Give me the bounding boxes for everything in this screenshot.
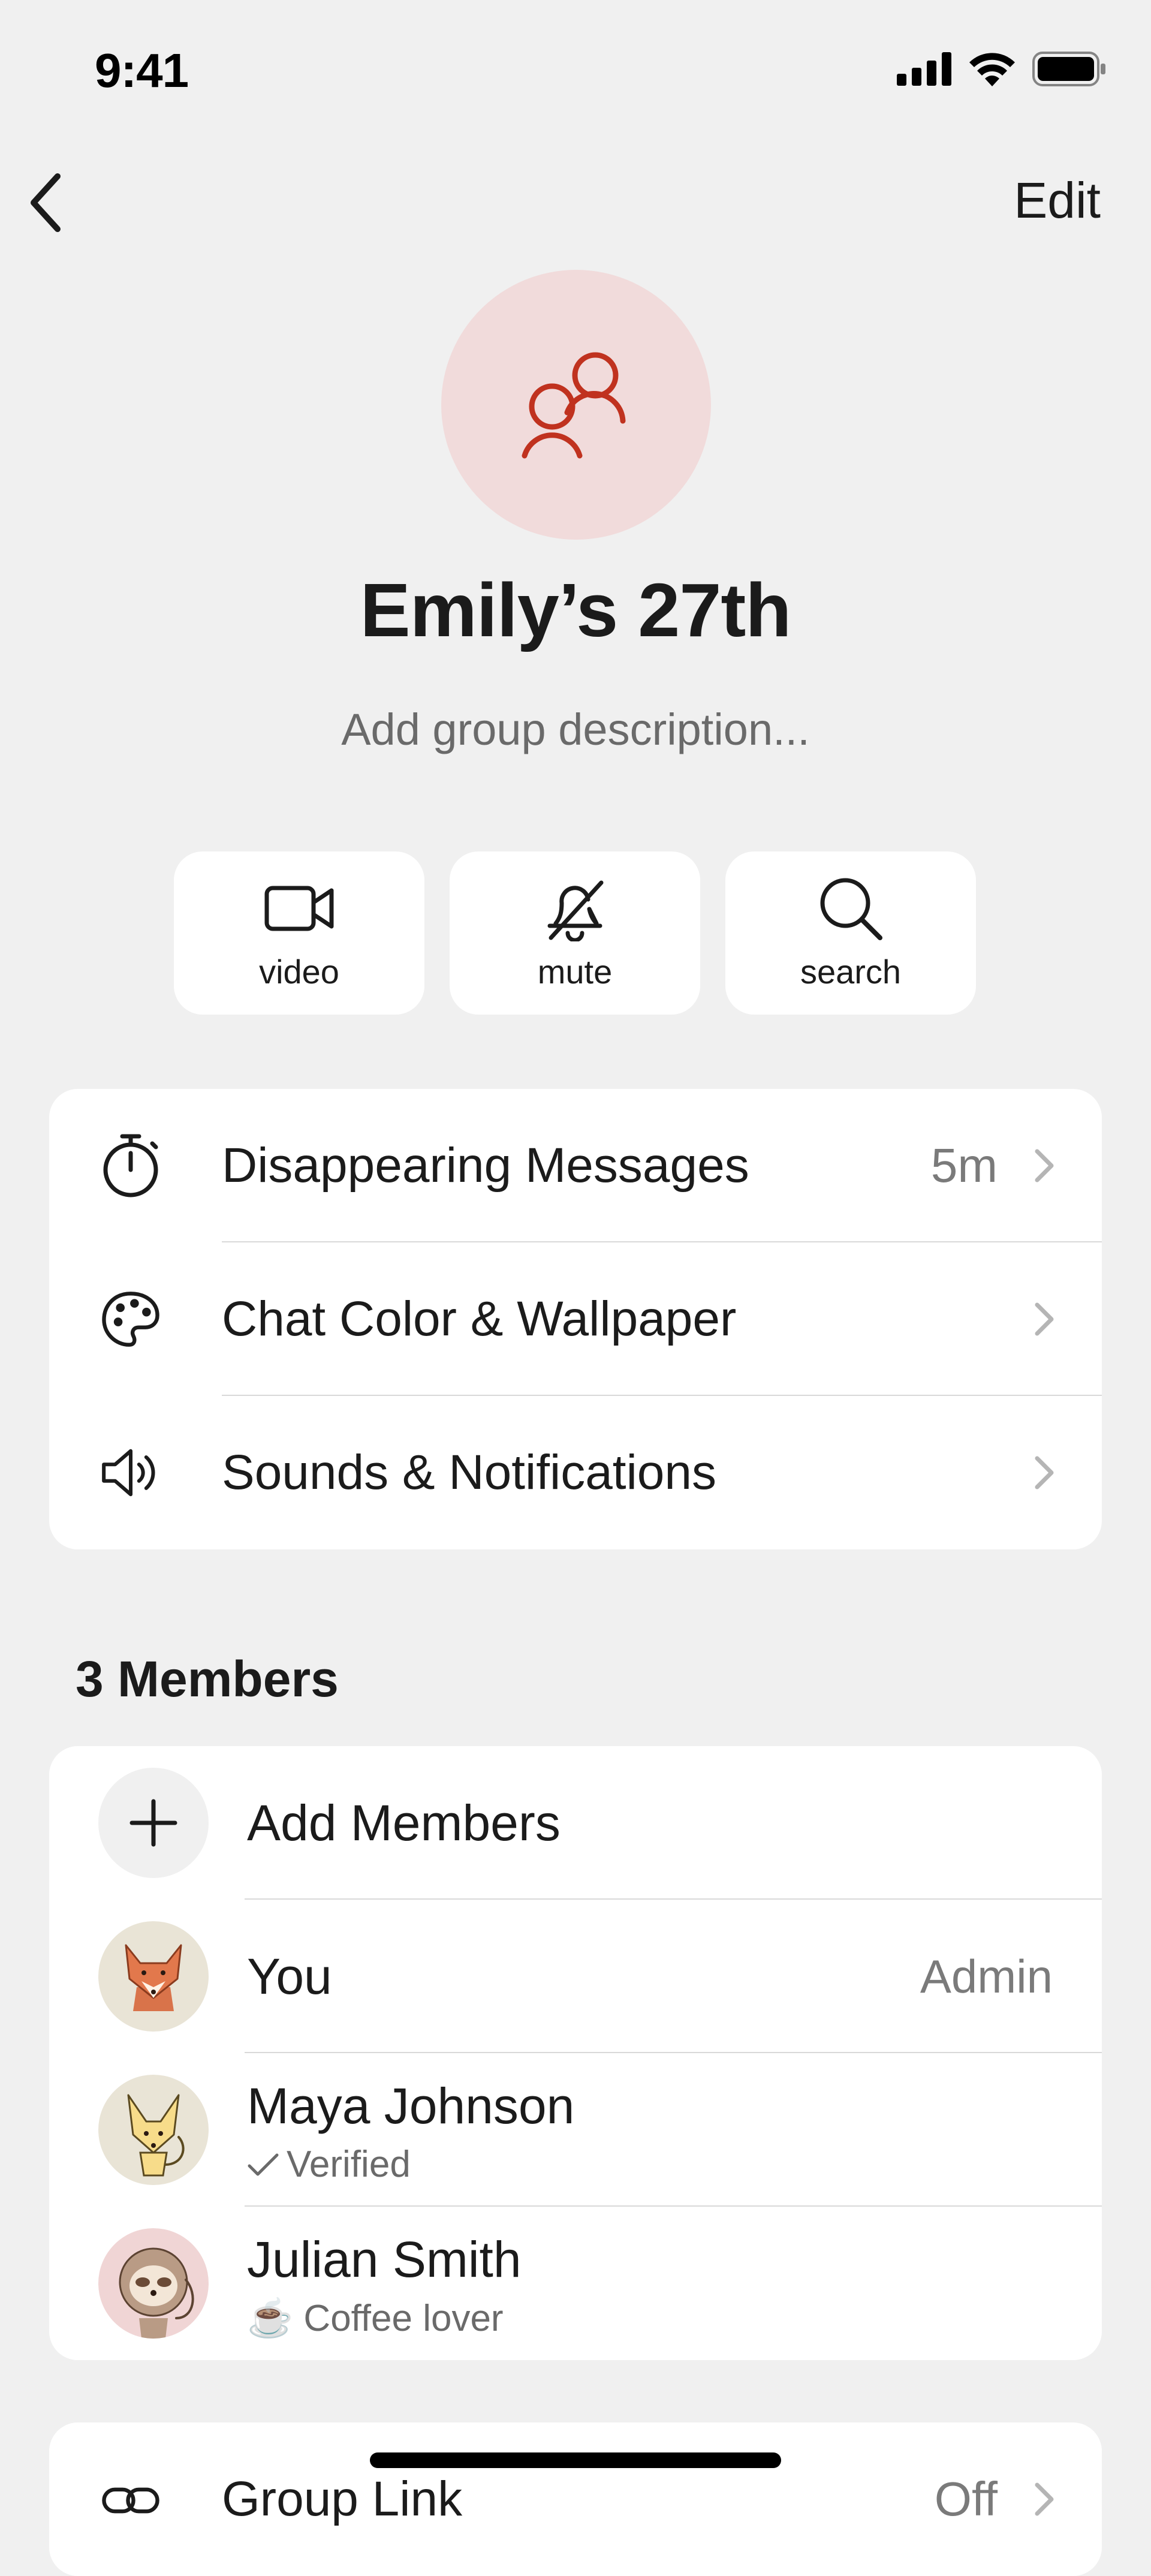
video-camera-icon (264, 886, 334, 931)
mute-button[interactable]: mute (450, 851, 700, 1015)
group-avatar[interactable] (441, 270, 711, 540)
member-name: Maya Johnson (247, 2078, 575, 2134)
action-row: video mute search (174, 851, 976, 1015)
chevron-right-icon (1035, 1149, 1054, 1182)
edit-button[interactable]: Edit (1014, 171, 1101, 230)
link-icon (102, 2487, 159, 2514)
member-role-badge: Admin (920, 1949, 1053, 2003)
search-button[interactable]: search (725, 851, 976, 1015)
bell-slash-icon (547, 880, 604, 941)
sounds-notifications-label: Sounds & Notifications (222, 1445, 717, 1500)
add-members-row[interactable]: Add Members (49, 1746, 1102, 1900)
add-members-icon-circle (98, 1768, 209, 1878)
disappearing-messages-label: Disappearing Messages (222, 1138, 749, 1193)
wifi-icon (969, 53, 1015, 86)
members-card: Add Members You Admin Maya Johnson Verif… (49, 1746, 1102, 2360)
chevron-right-icon (1035, 1456, 1054, 1489)
status-time: 9:41 (95, 44, 189, 97)
chevron-right-icon (1035, 1302, 1054, 1336)
member-subtitle-text: Verified (287, 2144, 411, 2185)
palette-icon (102, 1292, 159, 1347)
timer-icon (103, 1134, 158, 1197)
search-icon (820, 878, 882, 940)
back-button[interactable] (22, 167, 70, 239)
group-link-card: Group Link Off (49, 2422, 1102, 2576)
settings-card: Disappearing Messages 5m Chat Color & Wa… (49, 1089, 1102, 1549)
member-subtitle: ☕ Coffee lover (247, 2298, 504, 2339)
group-link-row[interactable]: Group Link Off (49, 2422, 1102, 2576)
status-icons (897, 52, 1107, 86)
sounds-notifications-row[interactable]: Sounds & Notifications (49, 1396, 1102, 1549)
avatar (98, 2228, 209, 2339)
group-description-field[interactable]: Add group description... (0, 704, 1151, 755)
add-members-label: Add Members (247, 1794, 561, 1851)
search-button-label: search (800, 952, 902, 991)
member-row-you[interactable]: You Admin (49, 1900, 1102, 2053)
fennec-avatar-icon (127, 2094, 185, 2177)
member-name: You (247, 1948, 332, 2005)
cellular-signal-icon (897, 52, 951, 86)
plus-icon (129, 1799, 177, 1847)
group-link-label: Group Link (222, 2472, 463, 2526)
group-icon (522, 352, 626, 459)
member-name: Julian Smith (247, 2231, 522, 2288)
chevron-left-icon (31, 173, 61, 232)
sloth-avatar-icon (119, 2247, 194, 2339)
disappearing-messages-value: 5m (930, 1139, 998, 1192)
status-bar: 9:41 (0, 0, 1151, 138)
member-subtitle: Verified (247, 2143, 411, 2186)
group-name[interactable]: Emily’s 27th (0, 567, 1151, 654)
members-section-title: 3 Members (76, 1651, 339, 1707)
speaker-icon (102, 1449, 155, 1497)
checkmark-icon (248, 2153, 279, 2175)
fox-avatar-icon (125, 1944, 182, 2011)
disappearing-messages-row[interactable]: Disappearing Messages 5m (49, 1089, 1102, 1242)
chevron-right-icon (1035, 2482, 1054, 2516)
battery-icon (1032, 52, 1105, 86)
avatar (98, 2075, 209, 2185)
chat-color-wallpaper-label: Chat Color & Wallpaper (222, 1292, 737, 1346)
video-button-label: video (259, 952, 339, 991)
video-button[interactable]: video (174, 851, 424, 1015)
home-indicator (370, 2452, 781, 2468)
member-row-maya-johnson[interactable]: Maya Johnson Verified (49, 2053, 1102, 2207)
avatar (98, 1921, 209, 2032)
group-link-value: Off (934, 2472, 998, 2526)
chat-color-wallpaper-row[interactable]: Chat Color & Wallpaper (49, 1242, 1102, 1396)
member-row-julian-smith[interactable]: Julian Smith ☕ Coffee lover (49, 2207, 1102, 2360)
mute-button-label: mute (537, 952, 613, 991)
